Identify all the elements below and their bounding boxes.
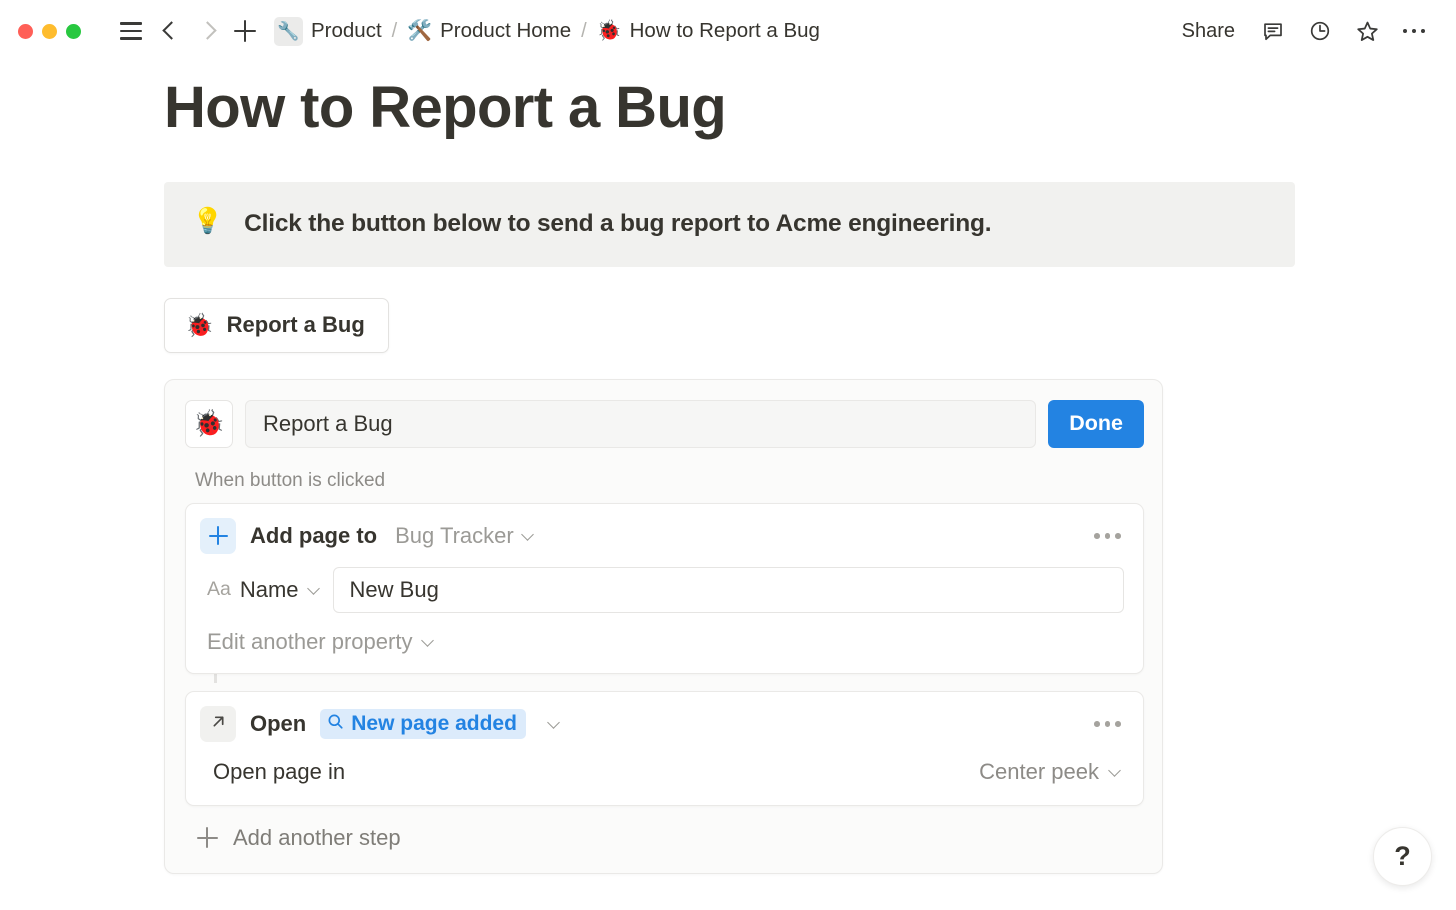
open-page-in-row: Open page in Center peek — [186, 755, 1143, 805]
clock-icon — [1308, 19, 1332, 43]
step-header: Open New page added — [186, 692, 1143, 755]
property-key-label: Name — [239, 576, 299, 602]
report-a-bug-button[interactable]: 🐞 Report a Bug — [164, 297, 389, 353]
plus-icon — [208, 526, 228, 546]
open-target-chip[interactable]: New page added — [320, 708, 526, 739]
step-title-add-page: Add page to — [250, 522, 378, 548]
ladybug-icon: 🐞 — [596, 20, 622, 42]
topbar-actions: Share — [1171, 11, 1434, 51]
window-minimize-button[interactable] — [42, 23, 57, 39]
wrench-icon: 🔧 — [274, 16, 303, 46]
database-name: Bug Tracker — [395, 522, 514, 548]
done-button[interactable]: Done — [1048, 399, 1144, 448]
editor-header: 🐞 Done — [185, 399, 1144, 448]
chevron-down-icon — [1108, 765, 1121, 778]
open-page-in-label: Open page in — [213, 758, 346, 784]
breadcrumb-label-current-page: How to Report a Bug — [629, 19, 820, 42]
property-value-input[interactable] — [332, 566, 1124, 613]
plus-icon — [197, 827, 218, 849]
open-page-in-selector[interactable]: Center peek — [979, 759, 1121, 785]
favorite-button[interactable] — [1347, 11, 1387, 51]
add-another-step-button[interactable]: Add another step — [185, 806, 1144, 857]
comments-button[interactable] — [1253, 11, 1293, 51]
help-button[interactable]: ? — [1373, 827, 1432, 886]
light-bulb-icon: 💡 — [192, 206, 224, 235]
step-card-open-page: Open New page added Open page in Center … — [185, 690, 1144, 806]
add-page-badge — [200, 517, 236, 554]
new-page-button[interactable] — [226, 12, 264, 50]
chevron-left-icon — [163, 20, 176, 42]
open-target-chip-label: New page added — [351, 711, 517, 735]
edit-another-property-label: Edit another property — [207, 628, 413, 654]
text-property-type-icon: Aa — [207, 578, 231, 601]
step-title-open: Open — [250, 710, 307, 736]
star-icon — [1355, 19, 1380, 44]
breadcrumb-item-product-home[interactable]: 🛠️ Product Home — [401, 16, 577, 46]
page-content: How to Report a Bug 💡 Click the button b… — [0, 75, 1456, 874]
comment-bubble-icon — [1261, 19, 1285, 43]
chevron-down-icon[interactable] — [548, 717, 561, 730]
ladybug-icon: 🐞 — [185, 311, 214, 338]
edit-another-property-button[interactable]: Edit another property — [186, 629, 434, 673]
more-options-button[interactable] — [1394, 11, 1434, 51]
window-close-button[interactable] — [18, 23, 33, 39]
breadcrumb-item-current-page[interactable]: 🐞 How to Report a Bug — [591, 16, 826, 46]
property-key-selector[interactable]: Aa Name — [207, 577, 321, 603]
traffic-lights — [18, 23, 81, 39]
page-history-button[interactable] — [1300, 11, 1340, 51]
report-a-bug-button-label: Report a Bug — [226, 312, 365, 338]
chevron-down-icon — [308, 583, 321, 596]
trigger-label: When button is clicked — [195, 469, 386, 491]
chevron-down-icon — [421, 635, 434, 648]
share-button[interactable]: Share — [1171, 15, 1246, 48]
button-name-input[interactable] — [245, 399, 1037, 448]
steps-list: Add page to Bug Tracker Aa Name New Bug … — [185, 502, 1144, 806]
add-another-step-label: Add another step — [233, 824, 401, 850]
breadcrumb-label-product-home: Product Home — [440, 19, 572, 42]
step-more-options-button[interactable] — [1088, 712, 1127, 736]
open-page-badge — [200, 705, 236, 742]
search-icon — [327, 712, 344, 736]
property-row-name: Aa Name — [186, 566, 1143, 613]
hammer-and-wrench-icon: 🛠️ — [407, 20, 433, 42]
breadcrumb-separator: / — [391, 19, 398, 42]
callout-block: 💡 Click the button below to send a bug r… — [164, 181, 1295, 267]
arrow-up-right-icon — [209, 712, 228, 736]
button-emoji-picker[interactable]: 🐞 — [185, 399, 233, 448]
page-title: How to Report a Bug — [164, 75, 727, 140]
breadcrumb-item-product[interactable]: 🔧 Product — [268, 14, 388, 49]
forward-button[interactable] — [188, 12, 226, 50]
button-editor-panel: 🐞 Done When button is clicked Add page t… — [164, 378, 1163, 874]
breadcrumb: 🔧 Product / 🛠️ Product Home / 🐞 How to R… — [268, 14, 826, 49]
step-more-options-button[interactable] — [1088, 524, 1127, 548]
plus-icon — [234, 20, 256, 42]
open-page-in-value: Center peek — [979, 758, 1099, 784]
breadcrumb-label-product: Product — [311, 19, 382, 42]
step-card-add-page: Add page to Bug Tracker Aa Name New Bug … — [185, 502, 1144, 674]
callout-text: Click the button below to send a bug rep… — [244, 209, 992, 237]
window-maximize-button[interactable] — [66, 23, 81, 39]
database-selector[interactable]: Bug Tracker — [391, 521, 539, 551]
hamburger-icon — [120, 22, 142, 40]
step-header: Add page to Bug Tracker — [186, 504, 1143, 567]
sidebar-toggle-button[interactable] — [112, 12, 150, 50]
breadcrumb-separator: / — [581, 19, 587, 42]
chevron-right-icon — [201, 20, 214, 42]
window-title-bar: 🔧 Product / 🛠️ Product Home / 🐞 How to R… — [0, 0, 1456, 62]
back-button[interactable] — [150, 12, 188, 50]
ellipsis-icon — [1402, 28, 1426, 34]
chevron-down-icon — [522, 529, 535, 542]
nav-controls — [112, 12, 264, 50]
